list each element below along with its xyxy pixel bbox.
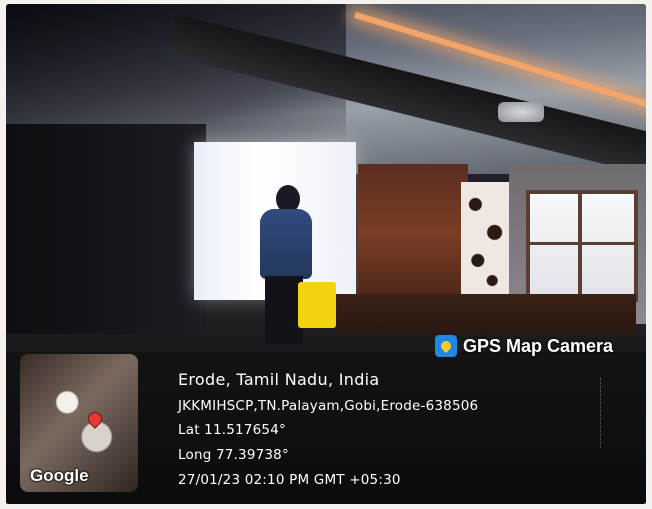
yellow-chair	[298, 282, 336, 328]
brand-label: GPS Map Camera	[463, 335, 614, 356]
lattice-partition	[461, 182, 509, 294]
person-body	[260, 209, 312, 279]
window	[526, 190, 638, 302]
google-label: Google	[30, 466, 89, 485]
longitude-text: Long 77.39738°	[178, 447, 289, 463]
map-pin-icon	[435, 335, 457, 357]
location-title: Erode, Tamil Nadu, India	[178, 370, 380, 389]
timestamp-text: 27/01/23 02:10 PM GMT +05:30	[178, 472, 401, 488]
location-address: JKKMIHSCP,TN.Palayam,Gobi,Erode-638506	[178, 398, 479, 414]
latitude-text: Lat 11.517654°	[178, 422, 286, 438]
ceiling-projector	[498, 102, 544, 122]
faint-mark	[600, 378, 613, 448]
gps-map-camera-brand: GPS Map Camera	[435, 335, 613, 357]
wood-paneling	[358, 164, 468, 304]
location-info: Erode, Tamil Nadu, India JKKMIHSCP,TN.Pa…	[152, 360, 622, 496]
